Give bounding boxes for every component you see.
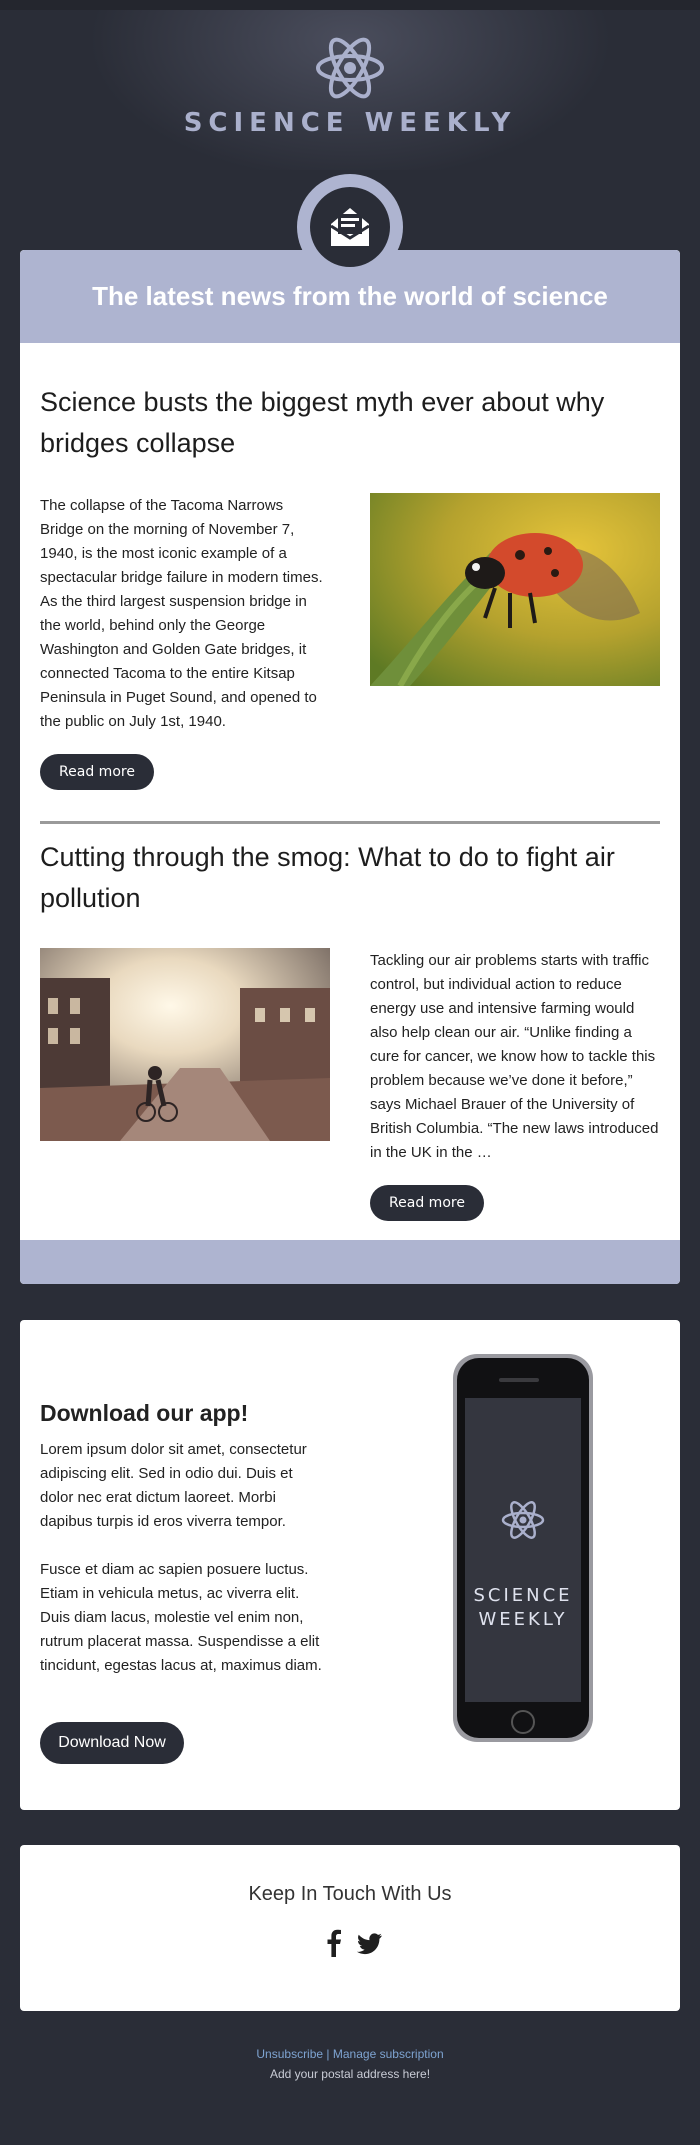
article-title[interactable]: Science busts the biggest myth ever abou…	[40, 382, 630, 464]
phone-brand-line: WEEKLY	[478, 1609, 568, 1630]
news-card: The latest news from the world of scienc…	[20, 250, 680, 1284]
facebook-icon[interactable]	[320, 1929, 348, 1957]
mail-badge	[297, 174, 403, 280]
app-card: Download our app! Lorem ipsum dolor sit …	[20, 1320, 680, 1810]
article-title[interactable]: Cutting through the smog: What to do to …	[40, 837, 630, 919]
top-bar	[0, 0, 700, 10]
app-title: Download our app!	[40, 1400, 249, 1426]
brand-title: SCIENCE WEEKLY	[183, 108, 517, 138]
atom-icon	[316, 37, 384, 99]
read-more-button[interactable]: Read more	[370, 1185, 484, 1221]
app-paragraph: Lorem ipsum dolor sit amet, consectetur …	[40, 1441, 307, 1530]
mail-icon	[330, 208, 370, 246]
article-body: The collapse of the Tacoma Narrows Bridg…	[40, 497, 323, 730]
footer-links: Unsubscribe | Manage subscription	[0, 2047, 700, 2061]
city-cyclist-photo[interactable]	[40, 948, 330, 1141]
footer-separator: |	[326, 2047, 330, 2061]
app-paragraph: Fusce et diam ac sapien posuere luctus. …	[40, 1561, 322, 1674]
keep-in-touch-card: Keep In Touch With Us	[20, 1845, 680, 2011]
phone-mockup: SCIENCE WEEKLY	[445, 1350, 605, 1750]
news-banner-title: The latest news from the world of scienc…	[92, 281, 608, 311]
twitter-icon[interactable]	[355, 1929, 383, 1957]
article-divider	[40, 821, 660, 824]
phone-brand-line: SCIENCE	[473, 1585, 573, 1606]
ladybug-photo[interactable]	[370, 493, 660, 686]
manage-subscription-link[interactable]: Manage subscription	[333, 2047, 444, 2061]
download-now-button[interactable]: Download Now	[40, 1722, 184, 1764]
read-more-button[interactable]: Read more	[40, 754, 154, 790]
keep-in-touch-title: Keep In Touch With Us	[248, 1883, 452, 1905]
postal-address: Add your postal address here!	[269, 2067, 431, 2081]
unsubscribe-link[interactable]: Unsubscribe	[256, 2047, 323, 2061]
news-card-footer	[20, 1240, 680, 1284]
article-body: Tackling our air problems starts with tr…	[370, 952, 659, 1161]
